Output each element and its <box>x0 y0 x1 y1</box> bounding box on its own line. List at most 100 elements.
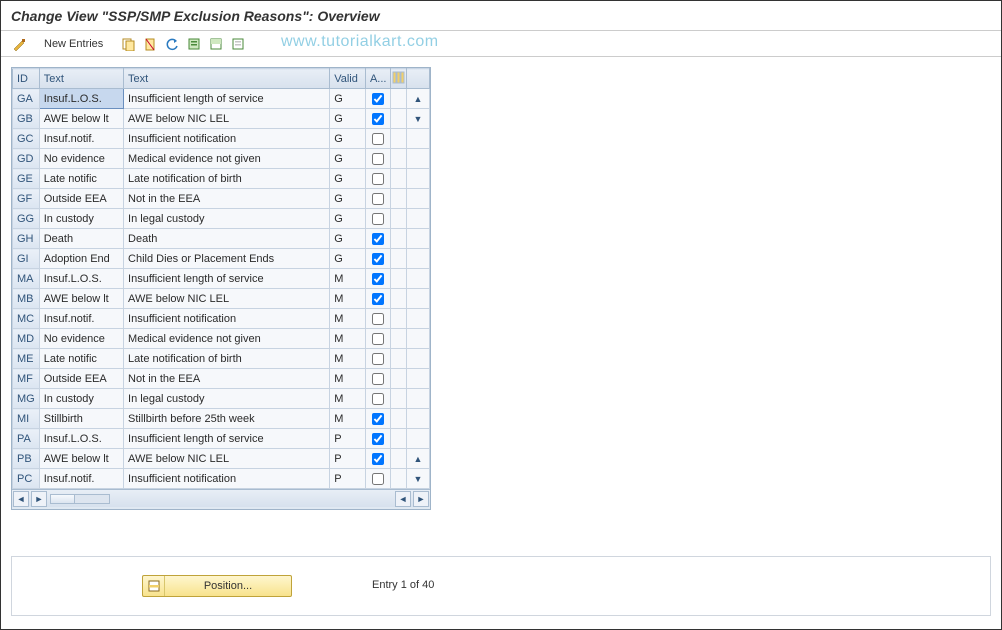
cell-valid[interactable]: M <box>330 409 366 429</box>
cell-a[interactable] <box>365 129 391 149</box>
scroll-left-icon[interactable]: ◄ <box>13 491 29 507</box>
checkbox-a[interactable] <box>372 373 384 385</box>
cell-a[interactable] <box>365 369 391 389</box>
cell-a[interactable] <box>365 249 391 269</box>
table-row[interactable]: GHDeathDeathG <box>13 229 430 249</box>
cell-id[interactable]: PC <box>13 469 40 489</box>
checkbox-a[interactable] <box>372 473 384 485</box>
cell-valid[interactable]: M <box>330 289 366 309</box>
vertical-scroll-cell[interactable] <box>406 409 429 429</box>
new-entries-button[interactable]: New Entries <box>35 35 112 53</box>
cell-text1[interactable]: Death <box>39 229 123 249</box>
cell-text2[interactable]: Insufficient notification <box>124 309 330 329</box>
cell-a[interactable] <box>365 349 391 369</box>
cell-id[interactable]: MG <box>13 389 40 409</box>
toggle-change-icon[interactable] <box>9 35 29 53</box>
scroll-right-icon[interactable]: ► <box>413 491 429 507</box>
cell-id[interactable]: GG <box>13 209 40 229</box>
cell-valid[interactable]: M <box>330 389 366 409</box>
cell-valid[interactable]: G <box>330 209 366 229</box>
cell-a[interactable] <box>365 289 391 309</box>
checkbox-a[interactable] <box>372 413 384 425</box>
cell-text2[interactable]: AWE below NIC LEL <box>124 449 330 469</box>
checkbox-a[interactable] <box>372 213 384 225</box>
cell-text1[interactable]: No evidence <box>39 149 123 169</box>
column-text1[interactable]: Text <box>39 69 123 89</box>
cell-valid[interactable]: M <box>330 369 366 389</box>
checkbox-a[interactable] <box>372 333 384 345</box>
column-configure-icon[interactable] <box>391 69 407 89</box>
vertical-scroll-cell[interactable] <box>406 169 429 189</box>
cell-text2[interactable]: In legal custody <box>124 209 330 229</box>
cell-text2[interactable]: In legal custody <box>124 389 330 409</box>
select-all-icon[interactable] <box>184 35 204 53</box>
position-button[interactable]: Position... <box>142 575 292 597</box>
cell-id[interactable]: GI <box>13 249 40 269</box>
cell-a[interactable] <box>365 229 391 249</box>
cell-valid[interactable]: P <box>330 429 366 449</box>
table-row[interactable]: GGIn custodyIn legal custodyG <box>13 209 430 229</box>
cell-text1[interactable]: Insuf.notif. <box>39 469 123 489</box>
cell-id[interactable]: MC <box>13 309 40 329</box>
cell-a[interactable] <box>365 209 391 229</box>
undo-icon[interactable] <box>162 35 182 53</box>
cell-a[interactable] <box>365 89 391 109</box>
cell-text1[interactable]: AWE below lt <box>39 449 123 469</box>
cell-valid[interactable]: G <box>330 149 366 169</box>
cell-text1[interactable]: Insuf.notif. <box>39 309 123 329</box>
cell-valid[interactable]: G <box>330 189 366 209</box>
checkbox-a[interactable] <box>372 433 384 445</box>
select-block-icon[interactable] <box>206 35 226 53</box>
table-row[interactable]: GELate notificLate notification of birth… <box>13 169 430 189</box>
table-row[interactable]: MFOutside EEANot in the EEAM <box>13 369 430 389</box>
cell-a[interactable] <box>365 409 391 429</box>
column-a[interactable]: A... <box>365 69 391 89</box>
cell-text1[interactable]: Insuf.L.O.S. <box>39 429 123 449</box>
cell-text1[interactable]: AWE below lt <box>39 109 123 129</box>
cell-id[interactable]: GC <box>13 129 40 149</box>
cell-text2[interactable]: Stillbirth before 25th week <box>124 409 330 429</box>
cell-id[interactable]: GH <box>13 229 40 249</box>
table-row[interactable]: GCInsuf.notif.Insufficient notificationG <box>13 129 430 149</box>
cell-text1[interactable]: Late notific <box>39 349 123 369</box>
scroll-up-icon[interactable]: ▲ <box>411 92 425 106</box>
checkbox-a[interactable] <box>372 193 384 205</box>
cell-valid[interactable]: M <box>330 329 366 349</box>
vertical-scroll-cell[interactable] <box>406 309 429 329</box>
cell-id[interactable]: GE <box>13 169 40 189</box>
cell-valid[interactable]: M <box>330 349 366 369</box>
cell-id[interactable]: PA <box>13 429 40 449</box>
cell-valid[interactable]: M <box>330 269 366 289</box>
cell-id[interactable]: ME <box>13 349 40 369</box>
table-row[interactable]: PAInsuf.L.O.S.Insufficient length of ser… <box>13 429 430 449</box>
cell-a[interactable] <box>365 469 391 489</box>
cell-a[interactable] <box>365 449 391 469</box>
cell-id[interactable]: MD <box>13 329 40 349</box>
table-row[interactable]: PCInsuf.notif.Insufficient notificationP… <box>13 469 430 489</box>
vertical-scroll-cell[interactable] <box>406 349 429 369</box>
scroll-right-step-icon[interactable]: ► <box>31 491 47 507</box>
cell-text1[interactable]: In custody <box>39 389 123 409</box>
column-id[interactable]: ID <box>13 69 40 89</box>
cell-id[interactable]: MI <box>13 409 40 429</box>
cell-text1[interactable]: AWE below lt <box>39 289 123 309</box>
cell-a[interactable] <box>365 169 391 189</box>
checkbox-a[interactable] <box>372 293 384 305</box>
checkbox-a[interactable] <box>372 453 384 465</box>
vertical-scroll-cell[interactable] <box>406 389 429 409</box>
vertical-scroll-cell[interactable] <box>406 329 429 349</box>
table-row[interactable]: GDNo evidenceMedical evidence not givenG <box>13 149 430 169</box>
vertical-scroll-cell[interactable] <box>406 269 429 289</box>
delete-icon[interactable] <box>140 35 160 53</box>
table-row[interactable]: MCInsuf.notif.Insufficient notificationM <box>13 309 430 329</box>
table-row[interactable]: MELate notificLate notification of birth… <box>13 349 430 369</box>
cell-text2[interactable]: Medical evidence not given <box>124 149 330 169</box>
cell-id[interactable]: MB <box>13 289 40 309</box>
cell-id[interactable]: GF <box>13 189 40 209</box>
cell-id[interactable]: MA <box>13 269 40 289</box>
cell-a[interactable] <box>365 309 391 329</box>
table-row[interactable]: MAInsuf.L.O.S.Insufficient length of ser… <box>13 269 430 289</box>
cell-id[interactable]: PB <box>13 449 40 469</box>
cell-valid[interactable]: G <box>330 249 366 269</box>
cell-a[interactable] <box>365 189 391 209</box>
